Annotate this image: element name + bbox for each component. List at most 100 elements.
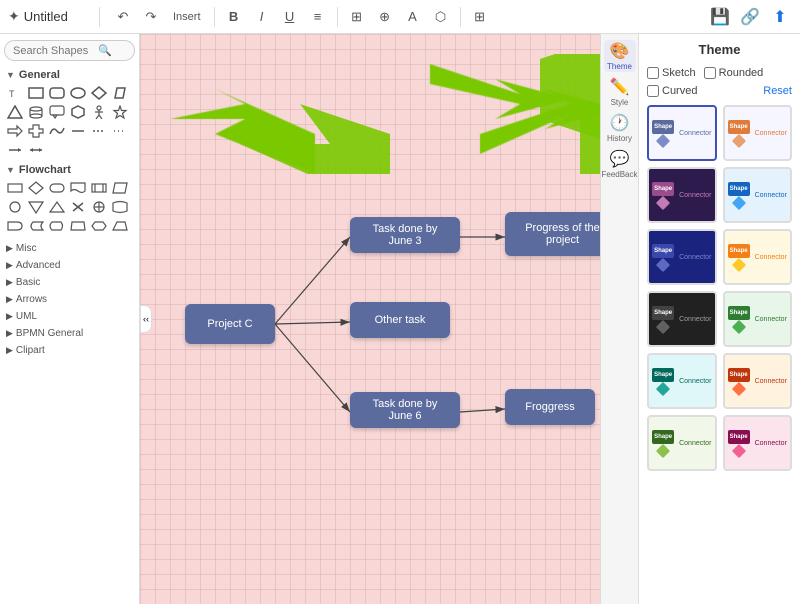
italic-button[interactable]: I	[250, 5, 274, 29]
shape-rect[interactable]	[27, 85, 45, 101]
category-uml[interactable]: ▶ UML	[4, 308, 135, 325]
undo-button[interactable]: ↶	[111, 5, 135, 29]
node-progress[interactable]: Progress of the project	[505, 212, 600, 256]
fc-manual[interactable]	[69, 218, 87, 234]
fc-predefined[interactable]	[90, 180, 108, 196]
bold-button[interactable]: B	[222, 5, 246, 29]
shape-dotted[interactable]	[111, 123, 129, 139]
fc-tape[interactable]	[111, 199, 129, 215]
shape-cross[interactable]	[27, 123, 45, 139]
insert-button[interactable]: Insert	[167, 5, 207, 29]
category-clipart[interactable]: ▶ Clipart	[4, 342, 135, 359]
shape-line[interactable]	[69, 123, 87, 139]
panel-style-button[interactable]: ✏️ Style	[604, 76, 636, 108]
fc-terminal[interactable]	[48, 180, 66, 196]
fc-document[interactable]	[69, 180, 87, 196]
theme-card-10[interactable]: Shape Connector	[723, 353, 793, 409]
shape-text[interactable]: T	[6, 85, 24, 101]
section-flowchart[interactable]: ▼ Flowchart	[6, 164, 133, 176]
shape-button[interactable]: ⬡	[429, 5, 453, 29]
shape-hexagon[interactable]	[69, 104, 87, 120]
category-basic[interactable]: ▶ Basic	[4, 274, 135, 291]
table-button[interactable]: ⊞	[345, 5, 369, 29]
theme-card-8[interactable]: Shape Connector	[723, 291, 793, 347]
theme7-shapes: Shape Connector	[652, 306, 711, 332]
shape-double-arrow[interactable]	[27, 142, 45, 158]
shape-ellipse[interactable]	[69, 85, 87, 101]
shape-rounded-rect[interactable]	[48, 85, 66, 101]
category-bpmn[interactable]: ▶ BPMN General	[4, 325, 135, 342]
fc-data[interactable]	[111, 180, 129, 196]
search-input[interactable]	[13, 45, 98, 57]
reset-button[interactable]: Reset	[763, 85, 792, 97]
theme-card-11[interactable]: Shape Connector	[647, 415, 717, 471]
theme-card-9[interactable]: Shape Connector	[647, 353, 717, 409]
rounded-checkbox[interactable]	[704, 67, 716, 79]
search-box[interactable]: 🔍	[4, 40, 135, 61]
shape-diamond[interactable]	[90, 85, 108, 101]
underline-button[interactable]: U	[278, 5, 302, 29]
category-advanced[interactable]: ▶ Advanced	[4, 257, 135, 274]
theme8-shapes: Shape Connector	[728, 306, 787, 332]
shape-arrow-line[interactable]	[6, 142, 24, 158]
node-project-c[interactable]: Project C	[185, 304, 275, 344]
node-other-task[interactable]: Other task	[350, 302, 450, 338]
link-button[interactable]: ⊕	[373, 5, 397, 29]
rounded-checkbox-label[interactable]: Rounded	[704, 67, 764, 79]
zoom-button[interactable]: ⊞	[468, 5, 492, 29]
fc-extract[interactable]	[48, 199, 66, 215]
category-misc[interactable]: ▶ Misc	[4, 240, 135, 257]
general-shapes: T	[4, 85, 135, 158]
theme-card-6[interactable]: Shape Connector	[723, 229, 793, 285]
fc-preparation[interactable]	[90, 218, 108, 234]
save-button[interactable]: 💾	[708, 5, 732, 29]
section-general[interactable]: ▼ General	[6, 69, 133, 81]
theme-card-1[interactable]: Shape Connector	[647, 105, 717, 161]
shape-cylinder[interactable]	[27, 104, 45, 120]
panel-theme-button[interactable]: 🎨 Theme	[604, 40, 636, 72]
document-title[interactable]: Untitled	[24, 9, 68, 24]
theme-card-7[interactable]: Shape Connector	[647, 291, 717, 347]
shape-triangle[interactable]	[6, 104, 24, 120]
redo-button[interactable]: ↷	[139, 5, 163, 29]
canvas-area[interactable]: ‹‹	[140, 34, 600, 604]
fc-cross[interactable]	[69, 199, 87, 215]
theme-card-5[interactable]: Shape Connector	[647, 229, 717, 285]
shape-star[interactable]	[111, 104, 129, 120]
fc-merge[interactable]	[27, 199, 45, 215]
shape-callout[interactable]	[48, 104, 66, 120]
panel-history-button[interactable]: 🕐 History	[604, 112, 636, 144]
shape-dashed[interactable]	[90, 123, 108, 139]
theme-card-2[interactable]: Shape Connector	[723, 105, 793, 161]
theme-card-3[interactable]: Shape Connector	[647, 167, 717, 223]
sketch-checkbox[interactable]	[647, 67, 659, 79]
curved-checkbox-label[interactable]: Curved	[647, 85, 697, 97]
theme-card-4[interactable]: Shape Connector	[723, 167, 793, 223]
node-task-june6[interactable]: Task done by June 6	[350, 392, 460, 428]
panel-feedback-button[interactable]: 💬 FeedBack	[604, 148, 636, 180]
shape-person[interactable]	[90, 104, 108, 120]
category-arrows[interactable]: ▶ Arrows	[4, 291, 135, 308]
list-button[interactable]: ≡	[306, 5, 330, 29]
fc-summing[interactable]	[90, 199, 108, 215]
fc-delay[interactable]	[6, 218, 24, 234]
format-button[interactable]: A	[401, 5, 425, 29]
curved-checkbox[interactable]	[647, 85, 659, 97]
node-froggress[interactable]: Froggress	[505, 389, 595, 425]
bpmn-label: BPMN General	[16, 328, 83, 339]
shape-wave[interactable]	[48, 123, 66, 139]
node-task-june3[interactable]: Task done by June 3	[350, 217, 460, 253]
fc-loop[interactable]	[111, 218, 129, 234]
shape-arrow-right[interactable]	[6, 123, 24, 139]
theme-card-12[interactable]: Shape Connector	[723, 415, 793, 471]
export-button[interactable]: ⬆	[768, 5, 792, 29]
fc-process[interactable]	[6, 180, 24, 196]
share-button[interactable]: 🔗	[738, 5, 762, 29]
fc-decision[interactable]	[27, 180, 45, 196]
fc-connector[interactable]	[6, 199, 24, 215]
fc-display[interactable]	[48, 218, 66, 234]
collapse-left-button[interactable]: ‹‹	[140, 305, 152, 333]
shape-parallelogram[interactable]	[111, 85, 129, 101]
sketch-checkbox-label[interactable]: Sketch	[647, 67, 696, 79]
fc-storage[interactable]	[27, 218, 45, 234]
